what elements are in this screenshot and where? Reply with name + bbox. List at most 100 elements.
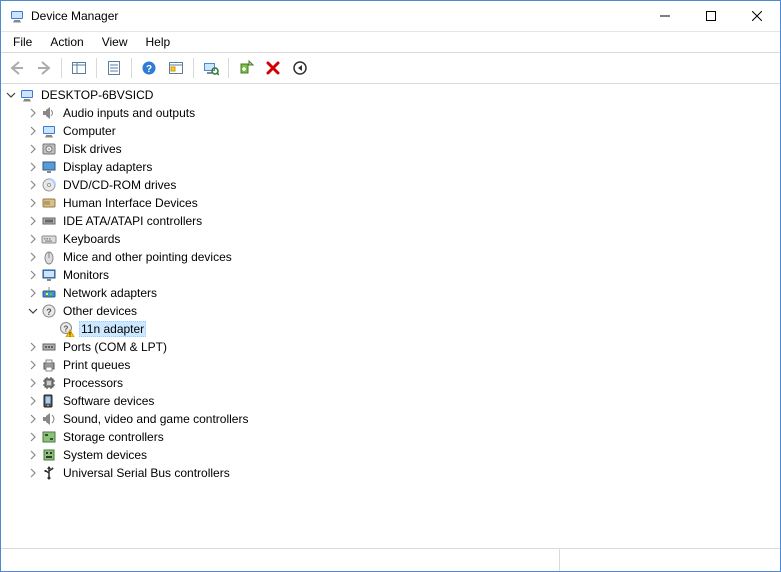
- tree-item[interactable]: Processors: [25, 374, 780, 392]
- tree-item[interactable]: Software devices: [25, 392, 780, 410]
- tree-item-label: Processors: [61, 376, 125, 390]
- expander-expand-icon[interactable]: [25, 447, 41, 463]
- tree-item[interactable]: Network adapters: [25, 284, 780, 302]
- cpu-icon: [41, 375, 57, 391]
- menu-action[interactable]: Action: [42, 33, 91, 51]
- storage-icon: [41, 429, 57, 445]
- tree-item[interactable]: Display adapters: [25, 158, 780, 176]
- expander-expand-icon[interactable]: [25, 339, 41, 355]
- tree-item[interactable]: Ports (COM & LPT): [25, 338, 780, 356]
- expander-expand-icon[interactable]: [25, 195, 41, 211]
- expander-expand-icon[interactable]: [25, 249, 41, 265]
- properties-button[interactable]: [102, 56, 126, 80]
- expander-expand-icon[interactable]: [25, 141, 41, 157]
- device-manager-window: Device Manager File Action View Help: [0, 0, 781, 572]
- tree-item[interactable]: Keyboards: [25, 230, 780, 248]
- tree-item-label: Keyboards: [61, 232, 122, 246]
- tree-item[interactable]: Human Interface Devices: [25, 194, 780, 212]
- unknown-warning-icon: ?!: [59, 321, 75, 337]
- status-pane-left: [1, 549, 560, 571]
- tree-item[interactable]: Print queues: [25, 356, 780, 374]
- svg-text:?: ?: [64, 325, 69, 334]
- update-driver-button[interactable]: [234, 56, 258, 80]
- tree-item[interactable]: Audio inputs and outputs: [25, 104, 780, 122]
- expander-expand-icon[interactable]: [25, 159, 41, 175]
- svg-text:?: ?: [46, 307, 52, 317]
- software-icon: [41, 393, 57, 409]
- expander-expand-icon[interactable]: [25, 123, 41, 139]
- maximize-button[interactable]: [688, 1, 734, 31]
- tree-item-label: Monitors: [61, 268, 111, 282]
- title-bar: Device Manager: [1, 1, 780, 32]
- tree-item[interactable]: ? Other devices: [25, 302, 780, 320]
- expander-none: [43, 321, 59, 337]
- app-icon: [9, 8, 25, 24]
- hid-icon: [41, 195, 57, 211]
- other-icon: ?: [41, 303, 57, 319]
- toolbar: ?: [1, 53, 780, 84]
- minimize-button[interactable]: [642, 1, 688, 31]
- tree-item-label: Storage controllers: [61, 430, 166, 444]
- expander-expand-icon[interactable]: [25, 393, 41, 409]
- tree-item[interactable]: Computer: [25, 122, 780, 140]
- tree-item-label: Human Interface Devices: [61, 196, 200, 210]
- disable-device-button[interactable]: [288, 56, 312, 80]
- tree-item[interactable]: DESKTOP-6BVSICD: [3, 86, 780, 104]
- menu-view[interactable]: View: [94, 33, 136, 51]
- menu-file[interactable]: File: [5, 33, 40, 51]
- tree-item[interactable]: ?!11n adapter: [43, 320, 780, 338]
- tree-item-label: Mice and other pointing devices: [61, 250, 234, 264]
- tree-item[interactable]: Monitors: [25, 266, 780, 284]
- expander-expand-icon[interactable]: [25, 177, 41, 193]
- tree-item[interactable]: Storage controllers: [25, 428, 780, 446]
- tree-item-label: Network adapters: [61, 286, 159, 300]
- expander-expand-icon[interactable]: [25, 267, 41, 283]
- svg-text:!: !: [69, 332, 71, 337]
- tree-item[interactable]: Universal Serial Bus controllers: [25, 464, 780, 482]
- help-button[interactable]: ?: [137, 56, 161, 80]
- tree-item[interactable]: DVD/CD-ROM drives: [25, 176, 780, 194]
- tree-item-label: DESKTOP-6BVSICD: [39, 88, 155, 102]
- device-tree[interactable]: DESKTOP-6BVSICD Audio inputs and outputs C…: [1, 84, 780, 548]
- forward-button[interactable]: [32, 56, 56, 80]
- tree-item[interactable]: IDE ATA/ATAPI controllers: [25, 212, 780, 230]
- close-button[interactable]: [734, 1, 780, 31]
- expander-expand-icon[interactable]: [25, 213, 41, 229]
- expander-expand-icon[interactable]: [25, 231, 41, 247]
- tree-item[interactable]: Mice and other pointing devices: [25, 248, 780, 266]
- expander-collapse-icon[interactable]: [3, 87, 19, 103]
- expander-expand-icon[interactable]: [25, 465, 41, 481]
- uninstall-button[interactable]: [261, 56, 285, 80]
- tree-item-label: Computer: [61, 124, 118, 138]
- tree-item[interactable]: System devices: [25, 446, 780, 464]
- scan-hardware-button[interactable]: [199, 56, 223, 80]
- keyboard-icon: [41, 231, 57, 247]
- printer-icon: [41, 357, 57, 373]
- tree-item-label: 11n adapter: [79, 321, 146, 337]
- display-icon: [41, 159, 57, 175]
- show-hide-tree-button[interactable]: [67, 56, 91, 80]
- expander-expand-icon[interactable]: [25, 105, 41, 121]
- back-button[interactable]: [5, 56, 29, 80]
- status-pane-right: [560, 549, 780, 571]
- expander-collapse-icon[interactable]: [25, 303, 41, 319]
- expander-expand-icon[interactable]: [25, 357, 41, 373]
- tree-item[interactable]: Sound, video and game controllers: [25, 410, 780, 428]
- expander-expand-icon[interactable]: [25, 285, 41, 301]
- computer-icon: [19, 87, 35, 103]
- menu-help[interactable]: Help: [138, 33, 179, 51]
- tree-item-label: Print queues: [61, 358, 132, 372]
- status-bar: [1, 548, 780, 571]
- tree-item-label: DVD/CD-ROM drives: [61, 178, 178, 192]
- tree-item-label: Audio inputs and outputs: [61, 106, 197, 120]
- dvd-icon: [41, 177, 57, 193]
- action-button[interactable]: [164, 56, 188, 80]
- monitor-icon: [41, 267, 57, 283]
- tree-item[interactable]: Disk drives: [25, 140, 780, 158]
- expander-expand-icon[interactable]: [25, 375, 41, 391]
- expander-expand-icon[interactable]: [25, 411, 41, 427]
- expander-expand-icon[interactable]: [25, 429, 41, 445]
- sound-icon: [41, 411, 57, 427]
- tree-item-label: Other devices: [61, 304, 139, 318]
- tree-item-label: IDE ATA/ATAPI controllers: [61, 214, 204, 228]
